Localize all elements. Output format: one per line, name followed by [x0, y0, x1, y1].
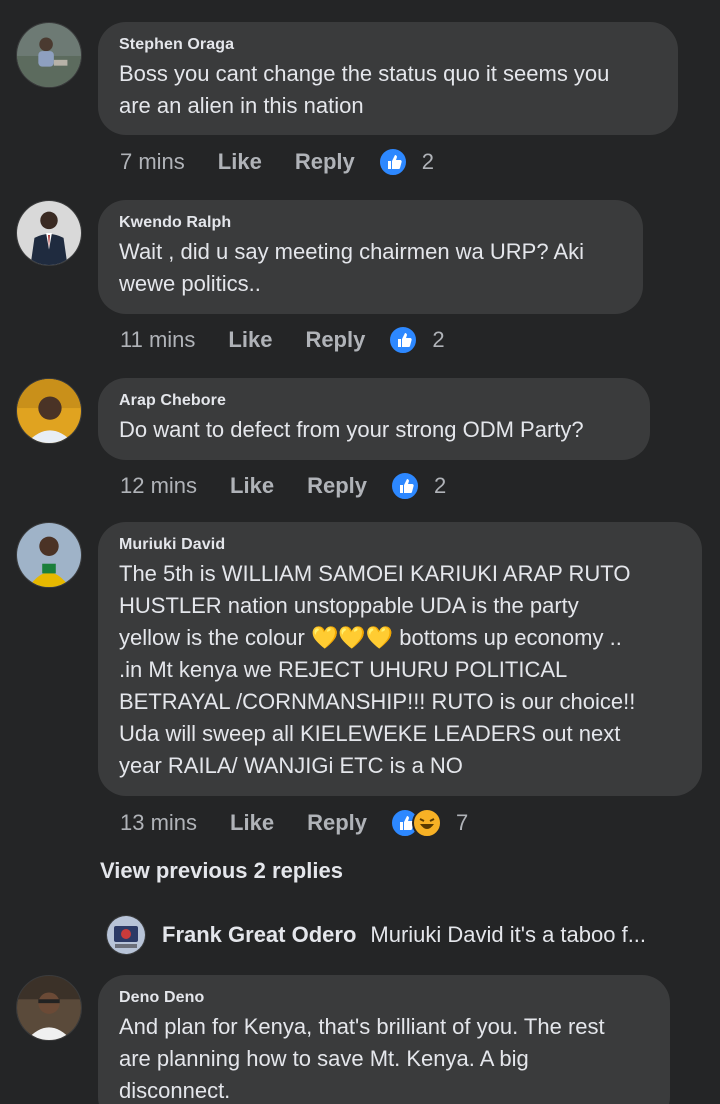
comment-bubble: Arap Chebore Do want to defect from your…: [98, 378, 650, 460]
comment-time[interactable]: 11 mins: [120, 327, 195, 353]
reply-button[interactable]: Reply: [307, 810, 367, 836]
reply-preview[interactable]: Frank Great Odero Muriuki David it's a t…: [106, 915, 646, 955]
like-icon: [388, 325, 419, 355]
comment-actions: 11 mins Like Reply 2: [120, 325, 445, 355]
avatar[interactable]: [16, 200, 82, 266]
comment-bubble: Kwendo Ralph Wait , did u say meeting ch…: [98, 200, 643, 314]
avatar[interactable]: [16, 975, 82, 1041]
comment-text: The 5th is WILLIAM SAMOEI KARIUKI ARAP R…: [119, 561, 636, 778]
comment-text: Boss you cant change the status quo it s…: [119, 61, 610, 118]
comment-text: Do want to defect from your strong ODM P…: [119, 417, 584, 442]
comment-time[interactable]: 12 mins: [120, 473, 197, 499]
reaction-count: 7: [456, 810, 469, 835]
comment-time[interactable]: 7 mins: [120, 149, 185, 175]
comment-author[interactable]: Arap Chebore: [119, 391, 628, 411]
reaction-count: 2: [421, 149, 434, 174]
avatar[interactable]: [16, 22, 82, 88]
view-previous-replies-link[interactable]: View previous 2 replies: [100, 858, 343, 884]
reaction-summary[interactable]: 2: [377, 147, 434, 177]
comment-bubble: Stephen Oraga Boss you cant change the s…: [98, 22, 678, 135]
reply-author[interactable]: Frank Great Odero: [162, 922, 356, 948]
reply-button[interactable]: Reply: [307, 473, 367, 499]
reaction-count: 2: [432, 327, 445, 352]
reaction-summary[interactable]: 2: [388, 325, 445, 355]
comment-actions: 12 mins Like Reply 2: [120, 471, 446, 501]
reply-snippet: Muriuki David it's a taboo f...: [370, 922, 647, 947]
comment-actions: 13 mins Like Reply 7: [120, 808, 468, 838]
haha-icon: [412, 808, 442, 838]
reply-button[interactable]: Reply: [295, 149, 355, 175]
like-button[interactable]: Like: [230, 810, 274, 836]
like-button[interactable]: Like: [228, 327, 272, 353]
comment-author[interactable]: Muriuki David: [119, 535, 680, 555]
comment-actions: 7 mins Like Reply 2: [120, 147, 434, 177]
comment-author[interactable]: Kwendo Ralph: [119, 213, 621, 233]
like-icon: [377, 147, 408, 177]
comment-feed: Stephen Oraga Boss you cant change the s…: [0, 0, 720, 1104]
comment-time[interactable]: 13 mins: [120, 810, 197, 836]
like-button[interactable]: Like: [218, 149, 262, 175]
comment-text: Wait , did u say meeting chairmen wa URP…: [119, 239, 585, 296]
comment-text: And plan for Kenya, that's brilliant of …: [119, 1014, 605, 1103]
comment-bubble: Muriuki David The 5th is WILLIAM SAMOEI …: [98, 522, 702, 796]
like-button[interactable]: Like: [230, 473, 274, 499]
reaction-summary[interactable]: 7: [390, 808, 468, 838]
avatar[interactable]: [106, 915, 146, 955]
comment-bubble: Deno Deno And plan for Kenya, that's bri…: [98, 975, 670, 1104]
avatar[interactable]: [16, 378, 82, 444]
like-icon: [390, 471, 420, 501]
comment-author[interactable]: Stephen Oraga: [119, 35, 656, 55]
reaction-summary[interactable]: 2: [390, 471, 446, 501]
reply-button[interactable]: Reply: [305, 327, 365, 353]
avatar[interactable]: [16, 522, 82, 588]
comment-author[interactable]: Deno Deno: [119, 988, 648, 1008]
reaction-count: 2: [434, 473, 447, 498]
